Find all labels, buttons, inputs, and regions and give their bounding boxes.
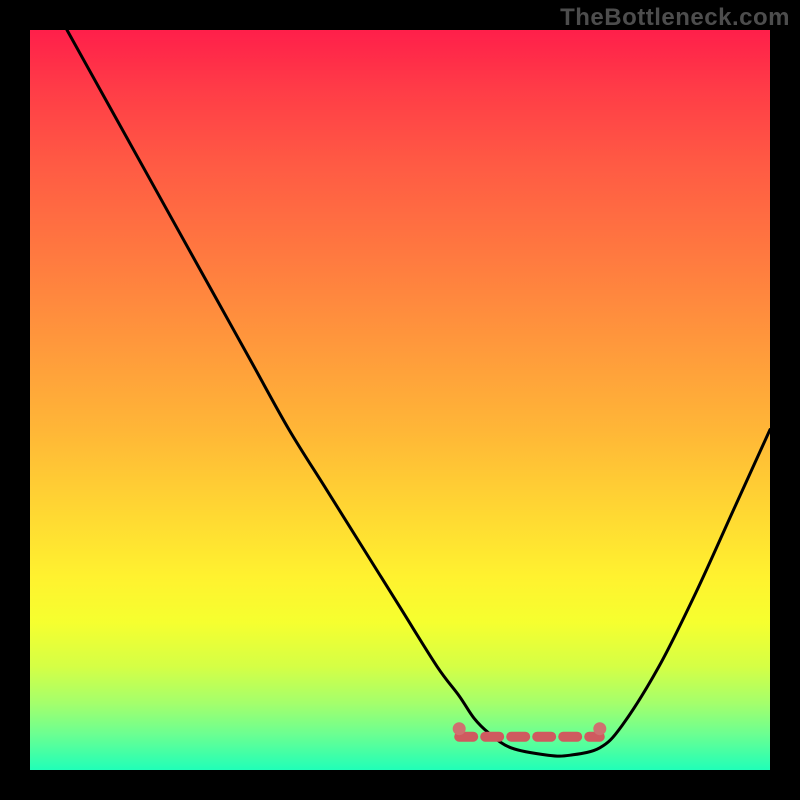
chart-frame: TheBottleneck.com bbox=[0, 0, 800, 800]
watermark-text: TheBottleneck.com bbox=[560, 4, 790, 32]
chart-svg bbox=[30, 30, 770, 770]
optimal-zone-dot-right bbox=[594, 723, 606, 735]
optimal-zone-dot-left bbox=[453, 723, 465, 735]
plot-area bbox=[30, 30, 770, 770]
bottleneck-curve bbox=[67, 30, 770, 756]
